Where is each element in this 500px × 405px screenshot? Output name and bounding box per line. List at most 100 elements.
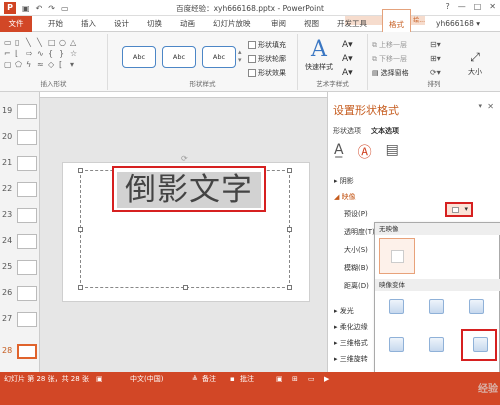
resize-handle[interactable] xyxy=(78,285,83,290)
rotate-handle-icon[interactable]: ⟳ xyxy=(181,154,188,163)
resize-handle[interactable] xyxy=(287,168,292,173)
maximize-button[interactable]: □ xyxy=(474,2,482,11)
close-icon[interactable]: ✕ xyxy=(487,102,494,111)
curve-icon[interactable]: ∿ xyxy=(37,49,46,58)
tab-view[interactable]: 视图 xyxy=(304,18,319,29)
preset-dropdown[interactable]: ▾ xyxy=(445,202,473,217)
reflection-variant[interactable] xyxy=(419,331,455,359)
callout-icon[interactable]: ◇ xyxy=(48,60,57,69)
shape-style-1[interactable]: Abc xyxy=(122,46,156,68)
textbox-icon[interactable]: ▭ xyxy=(4,38,13,47)
tab-design[interactable]: 设计 xyxy=(114,18,129,29)
line-2-icon[interactable]: ╲ xyxy=(37,38,46,47)
slide-thumb-21[interactable]: 21 xyxy=(0,154,40,176)
minimize-button[interactable]: — xyxy=(458,2,466,11)
user-account[interactable]: yh666168 ▾ xyxy=(436,19,480,28)
pentagon-icon[interactable]: ⬠ xyxy=(15,60,24,69)
tab-file[interactable]: 文件 xyxy=(0,16,32,32)
more-shapes-icon[interactable]: ▾ xyxy=(70,60,79,69)
pane-options-icon[interactable]: ▾ xyxy=(478,102,482,110)
brace-icon[interactable]: { xyxy=(48,49,57,58)
help-button[interactable]: ? xyxy=(445,2,449,11)
resize-handle[interactable] xyxy=(78,168,83,173)
tab-home[interactable]: 开始 xyxy=(48,18,63,29)
comments-button[interactable]: 批注 xyxy=(240,372,254,386)
bring-forward-button[interactable]: ⧉ 上移一层 xyxy=(372,40,407,50)
tab-transitions[interactable]: 切换 xyxy=(147,18,162,29)
star-icon[interactable]: ☆ xyxy=(70,49,79,58)
text-outline-icon[interactable]: A▾ xyxy=(342,54,353,64)
send-backward-button[interactable]: ⧉ 下移一层 xyxy=(372,54,407,64)
shape-style-3[interactable]: Abc xyxy=(202,46,236,68)
tab-animations[interactable]: 动画 xyxy=(180,18,195,29)
spellcheck-icon[interactable]: ▣ xyxy=(96,372,103,386)
normal-view-icon[interactable]: ▣ xyxy=(276,372,283,386)
slide-thumb-20[interactable]: 20 xyxy=(0,128,40,150)
arrow-icon[interactable]: ⇨ xyxy=(26,49,35,58)
section-3d-format[interactable]: ▸ 三维格式 xyxy=(334,338,368,348)
rotate-icon[interactable]: ⟳▾ xyxy=(430,68,441,77)
corner-icon[interactable]: ⌐ xyxy=(4,49,13,58)
no-reflection-option[interactable] xyxy=(379,238,415,274)
slide-thumb-25[interactable]: 25 xyxy=(0,258,40,280)
text-fill-outline-icon[interactable]: A̲ xyxy=(334,142,344,162)
resize-handle[interactable] xyxy=(287,285,292,290)
reflection-variant[interactable] xyxy=(379,331,415,359)
resize-handle[interactable] xyxy=(183,285,188,290)
resize-handle[interactable] xyxy=(287,227,292,232)
section-shadow[interactable]: ▸ 阴影 xyxy=(334,176,354,186)
section-3d-rotation[interactable]: ▸ 三维旋转 xyxy=(334,354,368,364)
selected-text-highlight[interactable]: 倒影文字 xyxy=(112,166,266,212)
text-effects-icon[interactable]: Ⓐ xyxy=(358,142,372,162)
shape-fill-button[interactable]: 形状填充 xyxy=(248,40,286,50)
style-scroll-icon[interactable]: ▴ ▾ xyxy=(238,48,242,64)
slide-sorter-icon[interactable]: ⊞ xyxy=(292,372,298,386)
text-effects-icon[interactable]: A▾ xyxy=(342,68,353,78)
slide-thumb-22[interactable]: 22 xyxy=(0,180,40,202)
elbow-icon[interactable]: ⌊ xyxy=(15,49,24,58)
shape-style-2[interactable]: Abc xyxy=(162,46,196,68)
tab-slideshow[interactable]: 幻灯片放映 xyxy=(213,18,251,29)
reflection-variant[interactable] xyxy=(419,293,455,321)
section-soft-edges[interactable]: ▸ 柔化边缘 xyxy=(334,322,368,332)
reflection-variant[interactable] xyxy=(379,293,415,321)
tab-text-options[interactable]: 文本选项 xyxy=(371,126,399,136)
rectangle-icon[interactable]: □ xyxy=(48,38,57,47)
section-reflection[interactable]: ◢ 映像 xyxy=(334,192,356,202)
slide-thumb-23[interactable]: 23 xyxy=(0,206,40,228)
shape-effects-button[interactable]: 形状效果 xyxy=(248,68,286,78)
textbox-icon[interactable]: ▤ xyxy=(386,142,399,162)
group-icon[interactable]: ⊞▾ xyxy=(430,54,441,63)
lightning-icon[interactable]: ϟ xyxy=(26,60,35,69)
slide-thumb-24[interactable]: 24 xyxy=(0,232,40,254)
rounded-rect-icon[interactable]: ▢ xyxy=(4,60,13,69)
tab-developer[interactable]: 开发工具 xyxy=(337,18,367,29)
brace-right-icon[interactable]: } xyxy=(59,49,68,58)
slide-thumb-26[interactable]: 26 xyxy=(0,284,40,306)
quick-styles-button[interactable]: A 快速样式 xyxy=(300,38,338,72)
shapes-gallery[interactable]: ▭ ▯ ╲ ╲ □ ○ △ ⌐ ⌊ ⇨ ∿{} ☆ ▢ ⬠ ϟ ≈ ◇[▾ xyxy=(4,38,79,69)
reflection-variant-selected[interactable] xyxy=(461,329,497,361)
align-icon[interactable]: ⊟▾ xyxy=(430,40,441,49)
language-indicator[interactable]: 中文(中国) xyxy=(130,372,163,386)
slide-text[interactable]: 倒影文字 xyxy=(117,172,261,208)
close-button[interactable]: ✕ xyxy=(489,2,496,11)
line-icon[interactable]: ╲ xyxy=(26,38,35,47)
size-button[interactable]: ⤢ 大小 xyxy=(468,50,482,77)
slide-thumb-28[interactable]: 28 xyxy=(0,342,40,364)
text-fill-icon[interactable]: A▾ xyxy=(342,40,353,50)
reflection-variant[interactable] xyxy=(459,293,495,321)
reading-view-icon[interactable]: ▭ xyxy=(308,372,315,386)
bracket-icon[interactable]: [ xyxy=(59,60,68,69)
comments-icon[interactable]: ▪ xyxy=(230,372,235,386)
tab-insert[interactable]: 插入 xyxy=(81,18,96,29)
tab-shape-options[interactable]: 形状选项 xyxy=(333,126,361,136)
shape-outline-button[interactable]: 形状轮廓 xyxy=(248,54,286,64)
oval-icon[interactable]: ○ xyxy=(59,38,68,47)
slide-thumb-27[interactable]: 27 xyxy=(0,310,40,332)
section-glow[interactable]: ▸ 发光 xyxy=(334,306,354,316)
selection-pane-button[interactable]: ▤ 选择窗格 xyxy=(372,68,409,78)
slide-thumb-19[interactable]: 19 xyxy=(0,102,40,124)
vertical-textbox-icon[interactable]: ▯ xyxy=(15,38,24,47)
notes-icon[interactable]: ≜ xyxy=(192,372,198,386)
